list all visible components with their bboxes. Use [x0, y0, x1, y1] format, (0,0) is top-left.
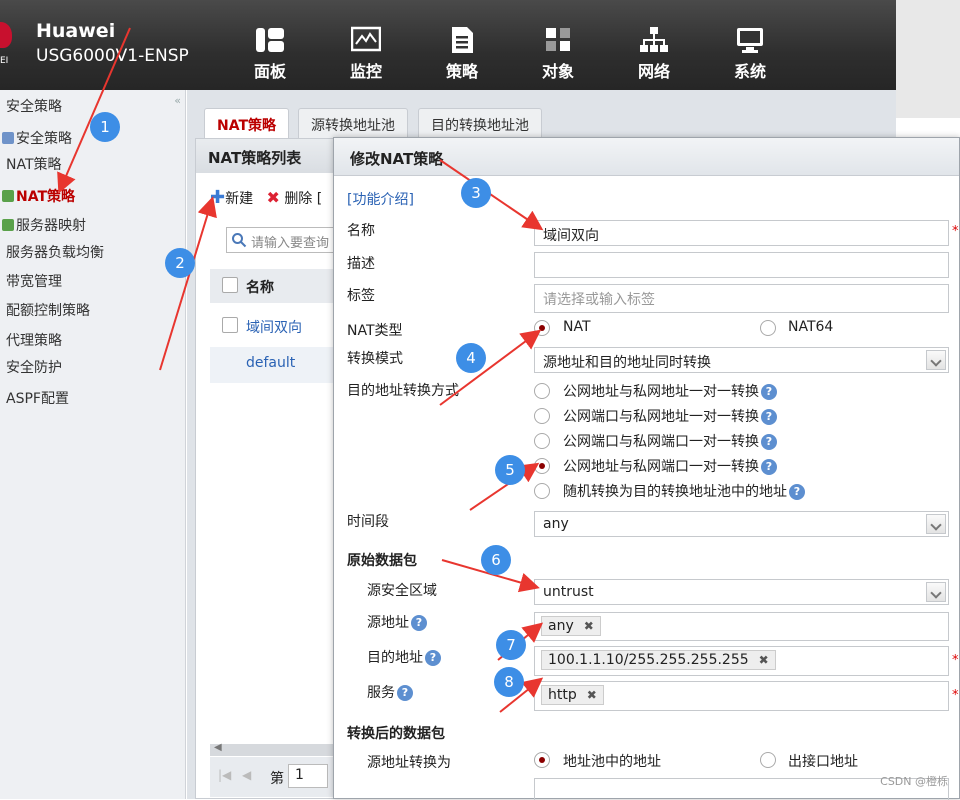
annotation-arrow — [439, 329, 542, 406]
step-badge: 6 — [481, 545, 511, 575]
step-badge: 3 — [461, 178, 491, 208]
watermark: CSDN @橙栎 — [880, 775, 948, 788]
step-badge: 1 — [90, 112, 120, 142]
step-badge: 4 — [456, 343, 486, 373]
step-badge: 5 — [495, 455, 525, 485]
step-badge: 2 — [165, 248, 195, 278]
annotation-arrow — [57, 27, 131, 194]
step-badge: 7 — [496, 630, 526, 660]
annotation-arrow — [159, 196, 217, 371]
annotation-arrows — [57, 27, 544, 713]
step-badge: 8 — [494, 667, 524, 697]
